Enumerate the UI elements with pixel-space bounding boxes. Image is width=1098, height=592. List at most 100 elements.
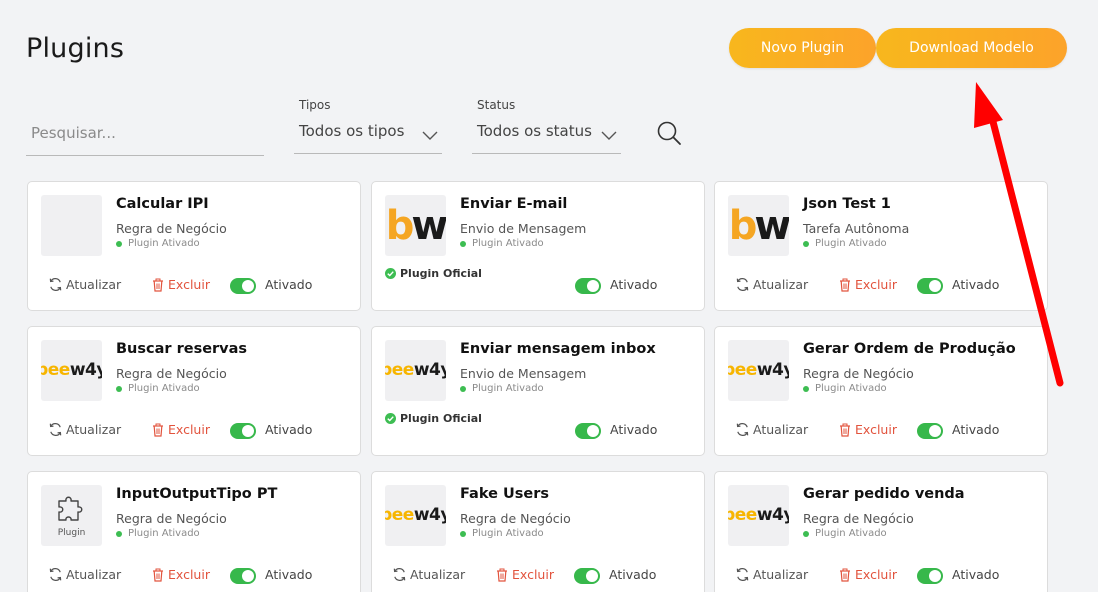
plugin-status: Plugin Ativado — [803, 383, 887, 394]
status-dot — [116, 385, 122, 392]
delete-button[interactable]: Excluir — [839, 567, 897, 582]
card-actions: Atualizar Excluir Ativado — [735, 422, 1035, 440]
plugin-thumbnail: bw — [385, 195, 446, 256]
search-input[interactable] — [26, 110, 264, 155]
trash-icon — [840, 568, 850, 582]
update-button[interactable]: Atualizar — [735, 567, 808, 582]
plugin-title: Buscar reservas — [116, 341, 248, 357]
plugin-card: beew4y Buscar reservas Regra de Negócio Plu… — [27, 326, 361, 456]
plugin-thumbnail — [41, 195, 102, 256]
status-dot — [460, 240, 466, 247]
search-icon — [657, 121, 681, 145]
delete-button[interactable]: Excluir — [152, 567, 210, 582]
plugin-thumbnail: bw — [728, 195, 789, 256]
update-button[interactable]: Atualizar — [48, 567, 121, 582]
refresh-icon — [49, 278, 62, 291]
enabled-label: Ativado — [265, 277, 313, 292]
beeway-logo: beew4y — [385, 505, 446, 525]
plugin-status: Plugin Ativado — [803, 528, 887, 539]
refresh-icon — [736, 423, 749, 436]
update-button[interactable]: Atualizar — [735, 277, 808, 292]
card-actions: Atualizar Excluir Ativado — [735, 567, 1035, 585]
enabled-label: Ativado — [265, 422, 313, 437]
types-label: Tipos — [299, 98, 331, 112]
enabled-toggle[interactable] — [575, 278, 601, 294]
enabled-toggle[interactable] — [575, 423, 601, 439]
bw-logo: bw — [728, 202, 789, 249]
bw-logo: bw — [385, 202, 446, 249]
enabled-toggle[interactable] — [230, 568, 256, 584]
update-button[interactable]: Atualizar — [735, 422, 808, 437]
new-plugin-button[interactable]: Novo Plugin — [729, 28, 876, 68]
plugin-thumbnail: Plugin — [41, 485, 102, 546]
check-circle-icon — [385, 413, 396, 424]
enabled-label: Ativado — [610, 422, 658, 437]
refresh-icon — [49, 568, 62, 581]
types-select[interactable]: Tipos Todos os tipos — [294, 96, 442, 154]
plugin-title: Enviar mensagem inbox — [460, 341, 656, 357]
status-dot — [803, 240, 809, 247]
update-button[interactable]: Atualizar — [48, 422, 121, 437]
plugin-thumbnail: beew4y — [728, 340, 789, 401]
beeway-logo: beew4y — [385, 360, 446, 380]
plugin-type: Regra de Negócio — [803, 511, 914, 526]
enabled-toggle[interactable] — [230, 423, 256, 439]
plugin-thumb-label: Plugin — [57, 528, 86, 538]
enabled-toggle[interactable] — [917, 278, 943, 294]
plugin-card: bw Json Test 1 Tarefa Autônoma Plugin Ativa… — [714, 181, 1048, 311]
status-dot — [803, 530, 809, 537]
trash-icon — [840, 278, 850, 292]
delete-button[interactable]: Excluir — [152, 422, 210, 437]
enabled-toggle[interactable] — [230, 278, 256, 294]
card-actions: Atualizar Excluir Ativado — [48, 567, 348, 585]
status-dot — [116, 530, 122, 537]
search-button[interactable] — [654, 118, 684, 148]
enabled-label: Ativado — [265, 567, 313, 582]
plugin-type: Regra de Negócio — [460, 511, 571, 526]
plugin-status: Plugin Ativado — [116, 238, 200, 249]
plugin-type: Tarefa Autônoma — [803, 221, 910, 236]
update-button[interactable]: Atualizar — [392, 567, 465, 582]
download-model-button[interactable]: Download Modelo — [876, 28, 1067, 68]
plugin-type: Regra de Negócio — [116, 366, 227, 381]
plugin-title: Json Test 1 — [803, 196, 891, 212]
plugin-title: Gerar Ordem de Produção — [803, 341, 1016, 357]
status-dot — [460, 530, 466, 537]
enabled-toggle[interactable] — [574, 568, 600, 584]
official-badge: Plugin Oficial — [385, 267, 482, 280]
beeway-logo: beew4y — [41, 360, 102, 380]
card-actions: Atualizar Excluir Ativado — [392, 567, 692, 585]
plugin-thumbnail: beew4y — [728, 485, 789, 546]
official-badge: Plugin Oficial — [385, 412, 482, 425]
puzzle-icon — [57, 496, 82, 521]
status-dot — [460, 385, 466, 392]
delete-button[interactable]: Excluir — [496, 567, 554, 582]
plugin-type: Regra de Negócio — [116, 511, 227, 526]
plugin-status: Plugin Ativado — [803, 238, 887, 249]
status-select[interactable]: Status Todos os status — [472, 96, 621, 154]
enabled-label: Ativado — [952, 567, 1000, 582]
plugin-card: beew4y Gerar Ordem de Produção Regra de Ne… — [714, 326, 1048, 456]
update-button[interactable]: Atualizar — [48, 277, 121, 292]
enabled-label: Ativado — [609, 567, 657, 582]
plugin-thumbnail: beew4y — [41, 340, 102, 401]
card-actions: Plugin Oficial Ativado — [385, 267, 692, 295]
enabled-label: Ativado — [952, 422, 1000, 437]
plugin-thumbnail: beew4y — [385, 485, 446, 546]
refresh-icon — [736, 568, 749, 581]
plugin-title: Fake Users — [460, 486, 549, 502]
delete-button[interactable]: Excluir — [839, 422, 897, 437]
delete-button[interactable]: Excluir — [152, 277, 210, 292]
enabled-label: Ativado — [952, 277, 1000, 292]
enabled-toggle[interactable] — [917, 423, 943, 439]
delete-button[interactable]: Excluir — [839, 277, 897, 292]
plugin-card: Calcular IPI Regra de Negócio Plugin Ativa… — [27, 181, 361, 311]
plugin-title: InputOutputTipo PT — [116, 486, 278, 502]
enabled-toggle[interactable] — [917, 568, 943, 584]
trash-icon — [153, 568, 163, 582]
trash-icon — [153, 423, 163, 437]
refresh-icon — [49, 423, 62, 436]
plugin-status: Plugin Ativado — [460, 528, 544, 539]
beeway-logo: beew4y — [728, 360, 789, 380]
status-dot — [803, 385, 809, 392]
